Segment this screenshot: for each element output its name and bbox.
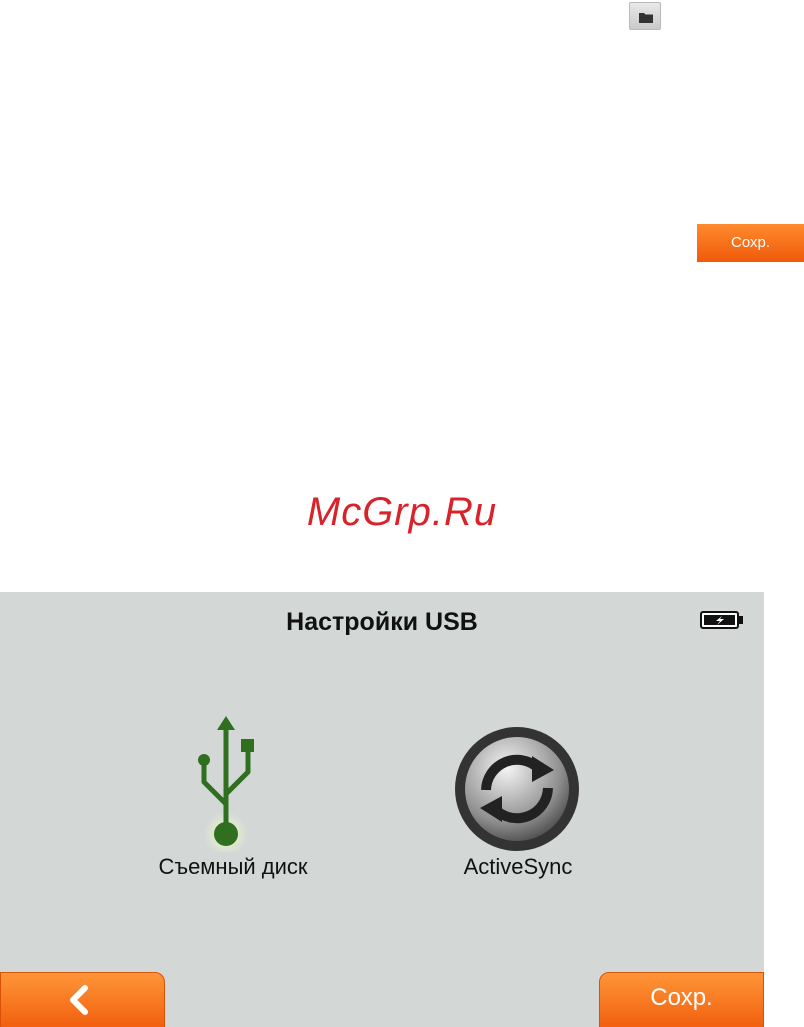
watermark-text: McGrp.Ru — [306, 490, 498, 534]
back-button[interactable] — [0, 972, 165, 1027]
sample-save-button[interactable]: Сохр. — [697, 224, 804, 262]
usb-settings-screen: Настройки USB Съемный диск ActiveSync Со… — [0, 592, 764, 1027]
page-title: Настройки USB — [286, 608, 478, 636]
sync-icon — [455, 727, 579, 851]
usb-icon — [198, 716, 254, 852]
activesync-label: ActiveSync — [463, 854, 573, 879]
folder-icon — [639, 13, 653, 23]
save-button[interactable]: Сохр. — [599, 972, 764, 1027]
removable-disk-option[interactable]: Съемный диск — [128, 712, 338, 892]
activesync-option[interactable]: ActiveSync — [438, 712, 598, 892]
battery-charging-icon — [700, 611, 743, 629]
folder-button[interactable] — [629, 2, 661, 30]
chevron-left-icon — [70, 985, 88, 1015]
removable-disk-label: Съемный диск — [158, 854, 308, 879]
